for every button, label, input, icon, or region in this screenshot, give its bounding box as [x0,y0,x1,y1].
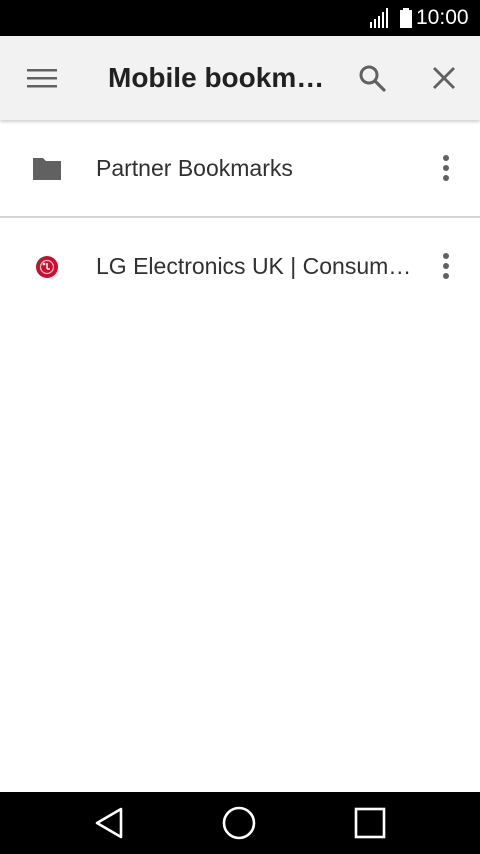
lg-favicon-icon [36,256,58,278]
bookmark-folder-partner-bookmarks[interactable]: Partner Bookmarks [0,120,480,216]
bookmark-list: Partner Bookmarks LG Electronics UK | Co… [0,120,480,314]
home-icon [222,806,256,840]
toolbar: Mobile bookm… [0,36,480,120]
search-icon [359,65,386,92]
back-button[interactable] [85,802,133,844]
menu-icon [27,69,57,88]
home-button[interactable] [215,802,263,844]
page-title: Mobile bookm… [108,62,325,93]
menu-button[interactable] [18,58,66,98]
folder-icon [33,158,61,180]
back-icon [95,807,123,839]
more-vert-icon [443,253,449,279]
clock: 10:00 [416,6,469,29]
recents-icon [354,807,386,839]
signal-icon [370,8,388,28]
navigation-bar [0,792,480,854]
battery-icon [400,8,412,28]
bookmark-label: Partner Bookmarks [96,155,293,181]
more-vert-icon [443,155,449,181]
close-button[interactable] [422,56,466,100]
bookmark-label: LG Electronics UK | Consum… [96,253,412,279]
status-bar: 10:00 [0,0,480,36]
more-options-button[interactable] [426,244,466,288]
search-button[interactable] [350,56,394,100]
close-icon [433,67,455,89]
recents-button[interactable] [346,802,394,844]
bookmark-item-lg-electronics[interactable]: LG Electronics UK | Consum… [0,218,480,314]
more-options-button[interactable] [426,146,466,190]
